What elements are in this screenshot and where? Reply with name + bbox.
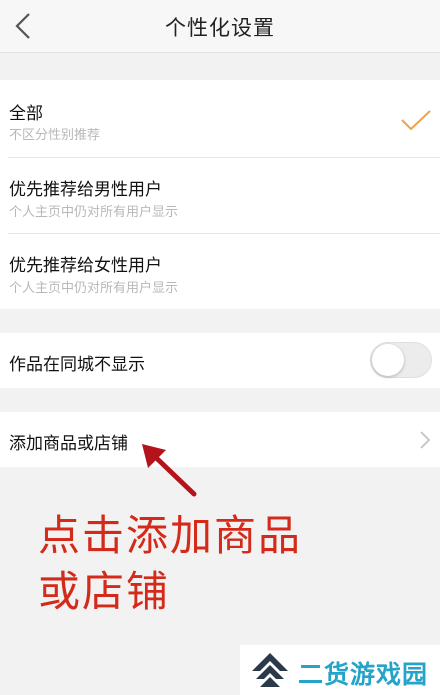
recommend-group: 全部 不区分性别推荐 优先推荐给男性用户 个人主页中仍对所有用户显示 优先推荐给…	[0, 80, 440, 309]
option-female[interactable]: 优先推荐给女性用户 个人主页中仍对所有用户显示	[0, 233, 440, 309]
option-label: 优先推荐给女性用户	[9, 256, 162, 276]
option-sub: 不区分性别推荐	[9, 128, 101, 143]
city-hide-label: 作品在同城不显示	[9, 355, 145, 375]
watermark-logo-icon	[252, 653, 288, 687]
check-icon	[401, 110, 431, 131]
city-hide-toggle[interactable]	[370, 342, 432, 378]
watermark-text: 二货游戏园	[298, 660, 429, 689]
city-hide-row: 作品在同城不显示	[0, 333, 440, 388]
annotation-text: 点击添加商品 或店铺	[38, 508, 378, 620]
annotation-line-1: 点击添加商品	[38, 511, 303, 560]
option-male[interactable]: 优先推荐给男性用户 个人主页中仍对所有用户显示	[0, 157, 440, 233]
watermark: 二货游戏园	[240, 645, 440, 695]
annotation-arrow-icon	[142, 444, 197, 497]
city-group: 作品在同城不显示	[0, 333, 440, 388]
option-label: 优先推荐给男性用户	[9, 180, 162, 200]
add-goods-row[interactable]: 添加商品或店铺	[0, 412, 440, 467]
annotation-line-2: 或店铺	[38, 567, 171, 616]
option-label: 全部	[9, 104, 43, 124]
chevron-right-icon	[420, 431, 431, 449]
option-sub: 个人主页中仍对所有用户显示	[9, 205, 179, 220]
option-all[interactable]: 全部 不区分性别推荐	[0, 80, 440, 157]
toggle-knob	[372, 344, 404, 376]
header-bar: 个性化设置	[0, 0, 440, 53]
goods-group: 添加商品或店铺	[0, 412, 440, 467]
add-goods-label: 添加商品或店铺	[9, 434, 128, 454]
page-title: 个性化设置	[165, 16, 275, 40]
option-sub: 个人主页中仍对所有用户显示	[9, 281, 179, 296]
